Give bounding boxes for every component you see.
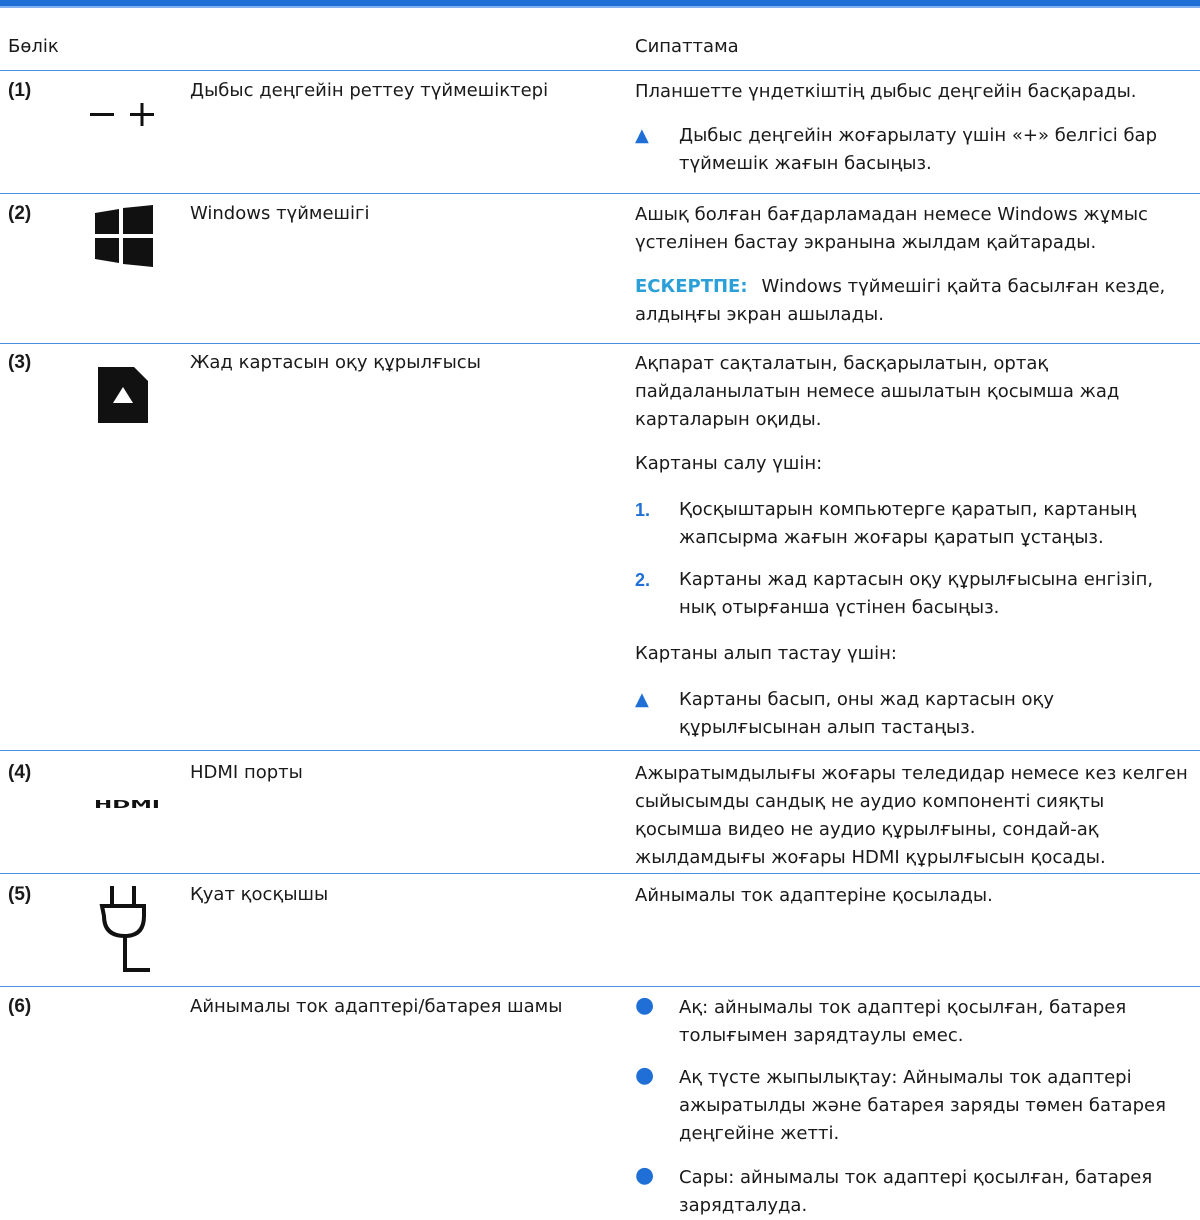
windows-logo-icon [95,205,153,267]
document-page: Бөлік Сипаттама (1) Дыбыс деңгейін ретте… [0,0,1200,1217]
component-name: HDMI порты [190,762,303,783]
column-header-description: Сипаттама [635,36,739,57]
tip-text: Картаны басып, оны жад картасын оқу құры… [679,689,1055,738]
step-number: 1. [635,500,651,520]
row-number: (4) [8,762,32,783]
component-name: Дыбыс деңгейін реттеу түймешіктері [190,80,549,101]
memory-card-icon [96,365,150,425]
volume-minus-plus-icon [88,95,160,135]
row-divider [0,343,1200,344]
power-plug-icon [98,884,154,976]
note-paragraph: ЕСКЕРТПЕ: Windows түймешігі қайта басылға… [635,273,1195,329]
bullet-icon: ● [635,1163,655,1188]
tip-text: Дыбыс деңгейін жоғарылату үшін «+» белгі… [679,125,1158,174]
row-divider [0,750,1200,751]
bullet-text: Сары: айнымалы ток адаптері қосылған, ба… [679,1167,1153,1216]
step-text: Картаны жад картасын оқу құрылғысына енг… [679,569,1154,618]
row-number: (2) [8,203,32,224]
remove-instructions-title: Картаны алып тастау үшін: [635,643,897,664]
row-number: (5) [8,884,32,905]
bullet-icon: ● [635,993,655,1018]
row-number: (1) [8,80,32,101]
row-divider [0,193,1200,194]
svg-text:HDMI: HDMI [94,798,160,811]
component-name: Windows түймешігі [190,203,370,224]
component-description: Айнымалы ток адаптеріне қосылады. [635,885,993,906]
row-number: (3) [8,352,32,373]
component-name: Жад картасын оқу құрылғысы [190,352,481,373]
header-divider [0,70,1200,71]
bullet-text: Ақ түсте жыпылықтау: Айнымалы ток адапте… [679,1067,1166,1144]
component-description: Ашық болған бағдарламадан немесе Windows… [635,204,1148,253]
component-name: Қуат қосқышы [190,884,329,905]
row-divider [0,986,1200,987]
hdmi-logo-icon: HDMI [92,795,162,811]
component-description: Ажыратымдылығы жоғары теледидар немесе к… [635,763,1188,868]
header-accent-bar-shade [0,6,1200,8]
triangle-bullet-icon: ▲ [635,689,649,710]
triangle-bullet-icon: ▲ [635,125,649,146]
bullet-text: Ақ: айнымалы ток адаптері қосылған, бата… [679,997,1127,1046]
component-name: Айнымалы ток адаптері/батарея шамы [190,996,563,1017]
step-text: Қосқыштарын компьютерге қаратып, картаны… [679,499,1137,548]
column-header-component: Бөлік [8,36,59,57]
bullet-icon: ● [635,1063,655,1088]
component-description: Ақпарат сақталатын, басқарылатын, ортақ … [635,353,1120,430]
row-number: (6) [8,996,32,1017]
step-number: 2. [635,570,651,590]
insert-instructions-title: Картаны салу үшін: [635,453,823,474]
note-label: ЕСКЕРТПЕ: [635,276,748,297]
component-description: Планшетте үндеткіштің дыбыс деңгейін бас… [635,81,1137,102]
row-divider [0,873,1200,874]
